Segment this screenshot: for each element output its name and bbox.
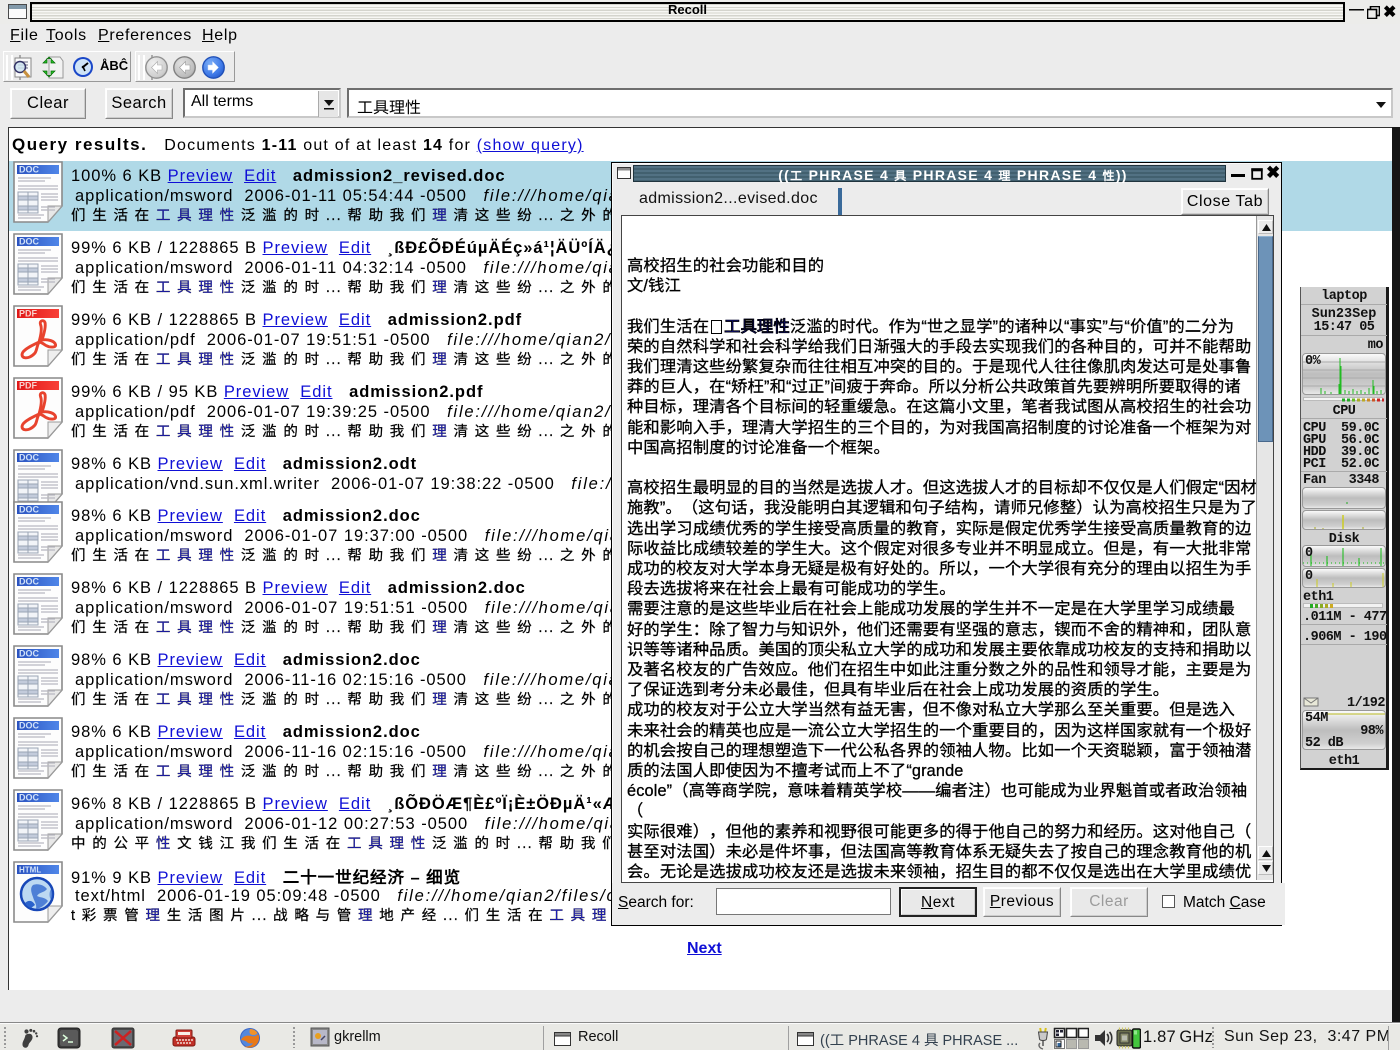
svg-text:PDF: PDF xyxy=(19,381,38,391)
svg-text:PDF: PDF xyxy=(19,309,38,319)
svg-text:DOC: DOC xyxy=(19,237,40,247)
svg-text:HTML: HTML xyxy=(19,866,41,875)
svg-text:DOC: DOC xyxy=(19,649,40,659)
svg-text:DOC: DOC xyxy=(19,721,40,731)
svg-text:DOC: DOC xyxy=(19,793,40,803)
svg-text:DOC: DOC xyxy=(19,505,40,515)
svg-text:DOC: DOC xyxy=(19,165,40,175)
svg-text:DOC: DOC xyxy=(19,453,40,463)
svg-text:DOC: DOC xyxy=(19,577,40,587)
